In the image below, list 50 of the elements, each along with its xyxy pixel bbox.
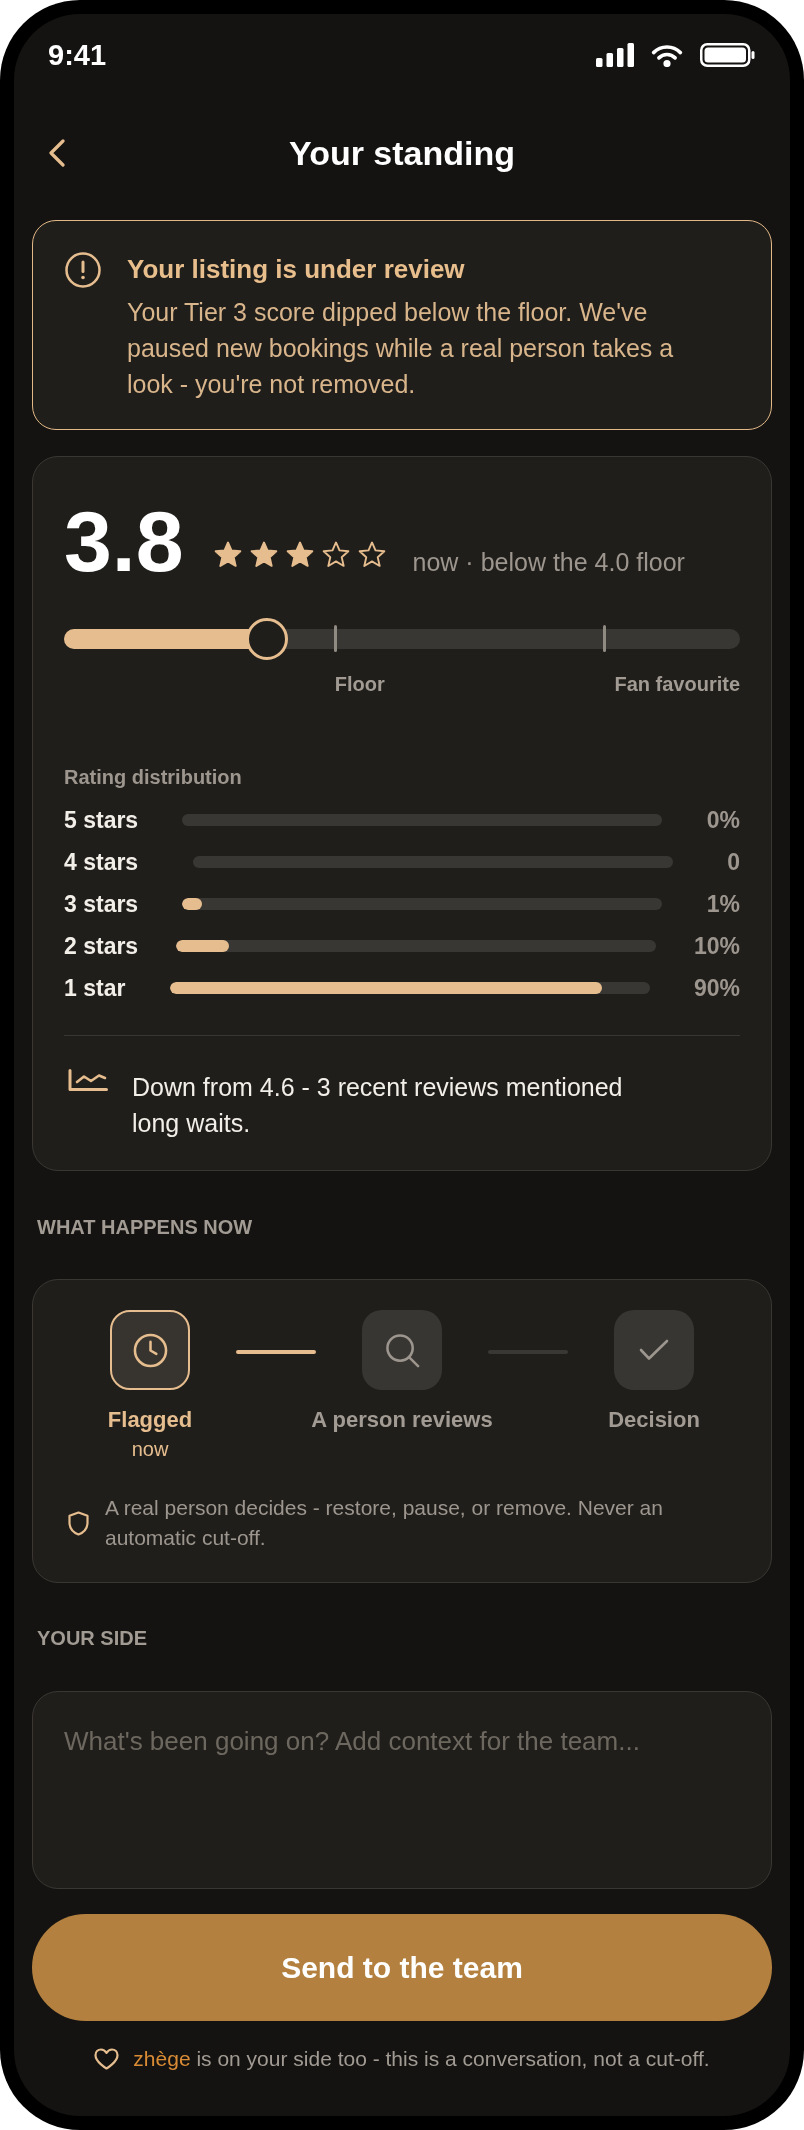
rating-percent: 90%: [693, 974, 740, 1002]
clock-icon: [132, 1332, 168, 1368]
step-label: A person reviews: [311, 1406, 493, 1434]
meter-thumb: [245, 618, 288, 660]
tick-mark-icon: [334, 625, 338, 652]
signal-icon: [596, 43, 634, 67]
scale-label: Floor: [334, 672, 385, 697]
page-title: Your standing: [289, 133, 515, 173]
rating-score: 3.8: [64, 498, 184, 584]
star-icon: [357, 541, 386, 568]
rating-row-label: 3 stars: [64, 890, 139, 918]
alert-icon: [65, 252, 101, 288]
rating-percent: 1%: [706, 890, 740, 918]
step-label: Flagged: [107, 1406, 193, 1434]
alert-message: Your Tier 3 score dipped below the floor. We've paused new bookings while a real person takes a look - you're not removed.: [127, 297, 675, 400]
status-time: 9:41: [48, 40, 107, 70]
step-label: Decision: [608, 1406, 700, 1434]
step-note: now: [131, 1437, 169, 1462]
shield-icon: [68, 1510, 89, 1536]
footer-note: zhège is on your side too - this is a conversation, not a cut-off.: [133, 2046, 710, 2072]
rating-percent: 10%: [693, 932, 740, 960]
line-chart-icon: [68, 1069, 108, 1091]
star-icon: [285, 541, 314, 568]
rating-percent: 0%: [706, 806, 740, 834]
scale-label: Fan favourite: [614, 672, 740, 697]
chevron-left-icon: [48, 139, 65, 167]
rating-percent: 0: [727, 848, 740, 876]
back-button[interactable]: [48, 139, 65, 167]
battery-icon: [700, 43, 755, 67]
search-icon: [384, 1332, 420, 1368]
rating-caption: now · below the 4.0 floor: [412, 547, 685, 577]
rating-row-label: 2 stars: [64, 932, 139, 960]
trend-text: Down from 4.6 - 3 recent reviews mentioned long waits.: [132, 1072, 624, 1139]
check-icon: [639, 1339, 669, 1361]
star-icon: [321, 541, 350, 568]
process-note: A real person decides - restore, pause, or remove. Never an automatic cut-off.: [105, 1495, 664, 1551]
alert-title: Your listing is under review: [127, 253, 466, 286]
rating-row-label: 4 stars: [64, 848, 139, 876]
heart-icon: [94, 2048, 120, 2070]
tick-mark-icon: [603, 625, 607, 652]
send-button[interactable]: Send to the team: [32, 1914, 772, 2021]
wifi-icon: [650, 43, 684, 67]
star-icon: [249, 541, 278, 568]
rating-row-label: 5 stars: [64, 806, 139, 834]
rating-row-label: 1 star: [64, 974, 126, 1002]
distribution-title: Rating distribution: [64, 765, 243, 790]
context-field[interactable]: What's been going on? Add context for the team...: [32, 1691, 772, 1889]
section-heading: YOUR SIDE: [36, 1626, 149, 1651]
star-icon: [213, 541, 242, 568]
section-heading: WHAT HAPPENS NOW: [36, 1215, 254, 1240]
